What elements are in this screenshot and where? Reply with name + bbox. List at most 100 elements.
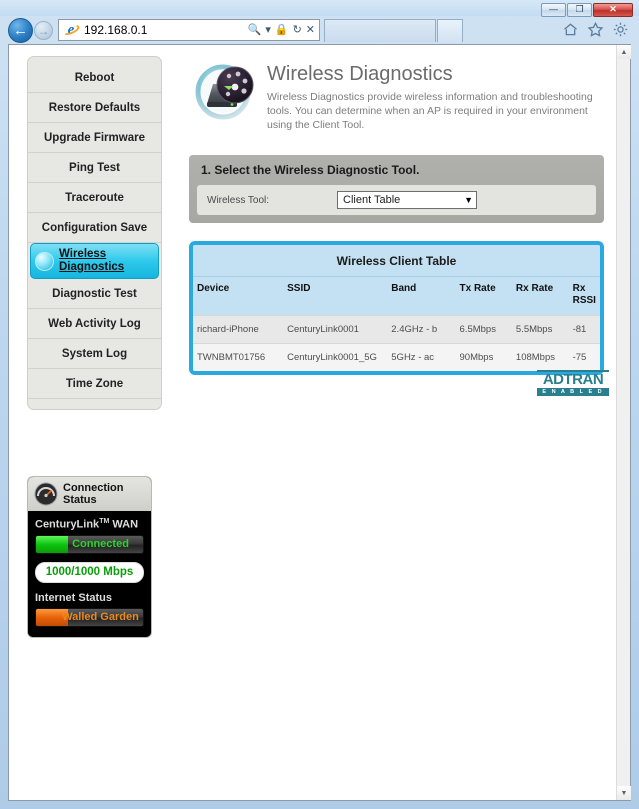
cell-ssid: CenturyLink0001_5G: [283, 343, 388, 371]
wan-suffix: WAN: [112, 518, 139, 531]
sidebar-item-upgrade-firmware[interactable]: Upgrade Firmware: [28, 123, 161, 153]
column-header-rx-rssi: Rx RSSI: [568, 276, 600, 316]
wireless-tool-select[interactable]: Client Table ▼: [337, 191, 477, 209]
sidebar-item-label: Traceroute: [65, 191, 124, 204]
step-title: 1. Select the Wireless Diagnostic Tool.: [201, 163, 420, 177]
cell-device: TWNBMT01756: [193, 343, 284, 371]
speedometer-gauge-icon: [34, 482, 58, 506]
forward-button[interactable]: →: [34, 21, 53, 40]
page-title: Wireless Diagnostics: [267, 63, 453, 85]
page-header-text: Wireless Diagnostics Wireless Diagnostic…: [267, 60, 597, 132]
tools-gear-icon[interactable]: [612, 21, 629, 38]
column-header-rx-rate: Rx Rate: [511, 276, 569, 316]
internet-explorer-icon: e: [61, 22, 81, 38]
adtran-tagline: E N A B L E D: [537, 388, 609, 396]
chevron-down-icon[interactable]: ▾: [265, 24, 271, 36]
column-header-band: Band: [387, 276, 456, 316]
adtran-wordmark: ADTRAN: [537, 370, 609, 387]
sidebar-item-system-log[interactable]: System Log: [28, 339, 161, 369]
sidebar-item-time-zone[interactable]: Time Zone: [28, 369, 161, 399]
sidebar-item-label: Restore Defaults: [48, 101, 141, 114]
refresh-icon[interactable]: ↻: [293, 24, 302, 36]
minimize-button[interactable]: —: [541, 2, 566, 17]
wireless-client-table-card: Wireless Client Table Device SSID Band T…: [189, 241, 604, 375]
sidebar-item-label: Ping Test: [69, 161, 120, 174]
sidebar-item-label: Wireless Diagnostics: [59, 248, 124, 274]
sidebar-item-label-line2: Diagnostics: [59, 261, 125, 273]
column-header-tx-rate: Tx Rate: [455, 276, 512, 316]
sidebar-item-traceroute[interactable]: Traceroute: [28, 183, 161, 213]
sidebar-item-restore-defaults[interactable]: Restore Defaults: [28, 93, 161, 123]
internet-status-badge: Walled Garden: [35, 607, 144, 627]
page-description: Wireless Diagnostics provide wireless in…: [267, 91, 593, 131]
table-row[interactable]: richard-iPhone CenturyLink0001 2.4GHz - …: [193, 315, 600, 344]
browser-toolbar-icons: [562, 21, 629, 38]
close-button[interactable]: ✕: [593, 2, 633, 17]
connection-status-title-line2: Status: [63, 494, 97, 506]
sidebar-menu-panel: Reboot Restore Defaults Upgrade Firmware…: [27, 56, 162, 410]
sidebar-item-diagnostic-test[interactable]: Diagnostic Test: [28, 279, 161, 309]
url-text[interactable]: 192.168.0.1: [84, 23, 246, 37]
column-header-device: Device: [193, 276, 284, 316]
search-icon[interactable]: 🔍: [248, 24, 262, 36]
internet-status-label: Internet Status: [35, 591, 113, 604]
table-row[interactable]: TWNBMT01756 CenturyLink0001_5G 5GHz - ac…: [193, 343, 600, 371]
home-icon[interactable]: [562, 21, 579, 38]
sphere-indicator-icon: [35, 251, 54, 271]
connection-status-header: Connection Status: [28, 477, 151, 511]
web-page-canvas: Reboot Restore Defaults Upgrade Firmware…: [9, 45, 616, 800]
sidebar-item-web-activity-log[interactable]: Web Activity Log: [28, 309, 161, 339]
stop-icon[interactable]: ✕: [306, 24, 315, 36]
connection-status-body: CenturyLinkTM WAN Connected 1000/1000 Mb…: [28, 511, 151, 637]
wireless-tool-selected-value: Client Table: [343, 194, 401, 206]
internet-status-text: Walled Garden: [62, 611, 139, 624]
sidebar-item-label: System Log: [61, 347, 128, 360]
column-header-ssid: SSID: [283, 276, 388, 316]
tab-strip: [324, 19, 474, 42]
wireless-client-table: Device SSID Band Tx Rate Rx Rate Rx RSSI: [193, 276, 600, 371]
browser-content-frame: Reboot Restore Defaults Upgrade Firmware…: [8, 44, 631, 801]
cell-tx-rate: 6.5Mbps: [455, 315, 512, 344]
back-button[interactable]: ←: [8, 18, 33, 43]
page-header: Wireless Diagnostics Wireless Diagnostic…: [189, 56, 604, 132]
cell-ssid: CenturyLink0001: [283, 315, 388, 344]
connection-status-title: Connection Status: [63, 482, 124, 506]
address-bar[interactable]: e 192.168.0.1 🔍 ▾ 🔒 ↻ ✕: [58, 19, 320, 41]
table-caption: Wireless Client Table: [193, 245, 600, 276]
scroll-up-button[interactable]: ▲: [617, 45, 631, 59]
sidebar-item-ping-test[interactable]: Ping Test: [28, 153, 161, 183]
cell-rx-rssi: -81: [568, 315, 600, 344]
cell-band: 2.4GHz - b: [387, 315, 456, 344]
new-tab-button[interactable]: [437, 19, 463, 42]
browser-tab-active[interactable]: [324, 19, 436, 42]
connection-status-panel: Connection Status CenturyLinkTM WAN Conn…: [27, 476, 152, 638]
sidebar-item-label: Upgrade Firmware: [44, 131, 145, 144]
sidebar-item-configuration-save[interactable]: Configuration Save: [28, 213, 161, 243]
sidebar-item-label: Diagnostic Test: [52, 287, 137, 300]
cell-tx-rate: 90Mbps: [455, 343, 512, 371]
sidebar-item-reboot[interactable]: Reboot: [28, 63, 161, 93]
scroll-down-button[interactable]: ▼: [617, 786, 631, 800]
sidebar-item-label: Time Zone: [65, 377, 124, 390]
column-header-rx-rssi-line2: RSSI: [572, 295, 596, 306]
cell-rx-rssi: -75: [568, 343, 600, 371]
connection-status-title-line1: Connection: [63, 482, 124, 494]
lock-icon: 🔒: [274, 23, 289, 36]
wireless-tool-label: Wireless Tool:: [207, 194, 270, 206]
sidebar-item-wireless-diagnostics[interactable]: Wireless Diagnostics: [30, 243, 159, 279]
column-header-rx-rssi-line1: Rx: [572, 283, 586, 294]
sidebar-item-label: Configuration Save: [41, 221, 148, 234]
table-header-row: Device SSID Band Tx Rate Rx Rate Rx RSSI: [193, 276, 600, 316]
trademark-symbol: TM: [99, 518, 110, 525]
diagnostic-tool-panel: 1. Select the Wireless Diagnostic Tool. …: [189, 155, 604, 223]
page-scrollbar[interactable]: ▲ ▼: [616, 45, 631, 800]
adtran-logo: ADTRAN E N A B L E D: [537, 370, 609, 396]
router-admin-page: Reboot Restore Defaults Upgrade Firmware…: [9, 45, 616, 800]
sidebar-item-label-line1: Wireless: [59, 248, 107, 260]
link-speed-badge: 1000/1000 Mbps: [35, 561, 144, 583]
maximize-button[interactable]: ❐: [567, 2, 592, 17]
table-header: Device SSID Band Tx Rate Rx Rate Rx RSSI: [193, 276, 600, 316]
navigation-toolbar: ← → e 192.168.0.1 🔍 ▾ 🔒 ↻ ✕: [0, 16, 639, 44]
table-body: richard-iPhone CenturyLink0001 2.4GHz - …: [193, 315, 600, 371]
favorites-star-icon[interactable]: [587, 21, 604, 38]
